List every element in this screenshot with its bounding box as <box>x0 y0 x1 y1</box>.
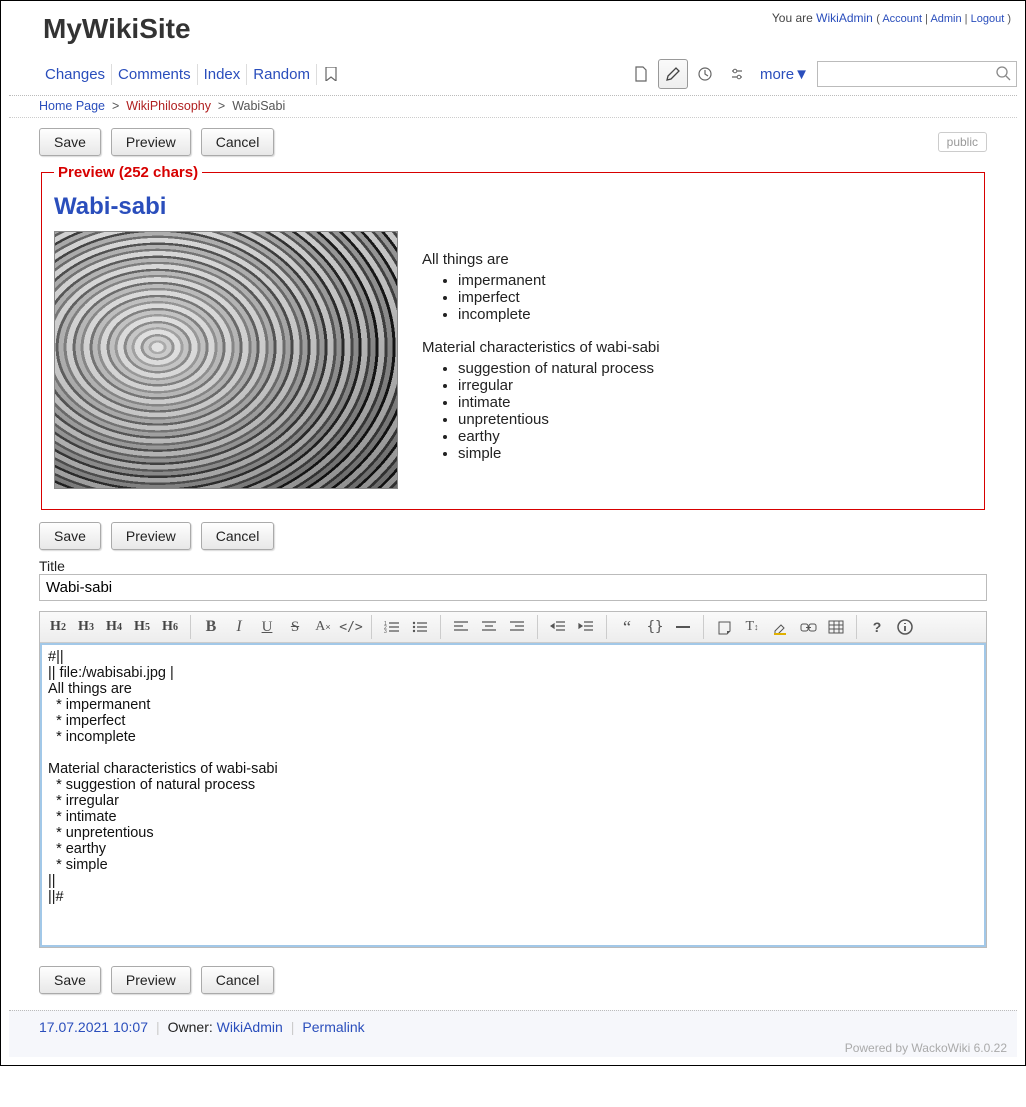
list-item: impermanent <box>458 272 972 289</box>
align-left-button[interactable] <box>447 614 475 640</box>
nav-index[interactable]: Index <box>198 64 248 85</box>
breadcrumb-mid[interactable]: WikiPhilosophy <box>126 99 211 113</box>
settings-icon[interactable] <box>722 59 752 89</box>
editor-textarea[interactable] <box>40 643 986 947</box>
preview-panel: Preview (252 chars) Wabi-sabi All things… <box>41 164 985 510</box>
textsize-button[interactable]: T↕ <box>738 614 766 640</box>
preview-legend: Preview (252 chars) <box>54 164 202 181</box>
preview-line1: All things are <box>422 251 972 268</box>
edit-page-icon[interactable] <box>658 59 688 89</box>
italic-button[interactable]: I <box>225 614 253 640</box>
unordered-list-button[interactable] <box>406 614 434 640</box>
align-right-button[interactable] <box>503 614 531 640</box>
code-button[interactable]: </> <box>337 614 365 640</box>
preview-list1: impermanent imperfect incomplete <box>458 272 972 323</box>
preview-image <box>54 231 398 489</box>
h5-button[interactable]: H5 <box>128 614 156 640</box>
preview-line2: Material characteristics of wabi-sabi <box>422 339 972 356</box>
h6-button[interactable]: H6 <box>156 614 184 640</box>
table-button[interactable] <box>822 614 850 640</box>
hr-button[interactable] <box>669 614 697 640</box>
owner-link[interactable]: WikiAdmin <box>217 1019 283 1035</box>
underline-button[interactable]: U <box>253 614 281 640</box>
title-label: Title <box>39 558 987 574</box>
preview-list2: suggestion of natural process irregular … <box>458 360 972 462</box>
h3-button[interactable]: H3 <box>72 614 100 640</box>
help-button[interactable]: ? <box>863 614 891 640</box>
list-item: incomplete <box>458 306 972 323</box>
list-item: suggestion of natural process <box>458 360 972 377</box>
h2-button[interactable]: H2 <box>44 614 72 640</box>
list-item: irregular <box>458 377 972 394</box>
outdent-button[interactable] <box>544 614 572 640</box>
nav-changes[interactable]: Changes <box>39 64 112 85</box>
more-menu[interactable]: more▼ <box>754 66 815 83</box>
user-prefix: You are <box>772 11 816 25</box>
cancel-button[interactable]: Cancel <box>201 966 275 994</box>
quote-button[interactable]: “ <box>613 614 641 640</box>
align-center-button[interactable] <box>475 614 503 640</box>
user-name-link[interactable]: WikiAdmin <box>816 11 873 25</box>
ordered-list-button[interactable]: 123 <box>378 614 406 640</box>
search-input[interactable] <box>817 61 1017 87</box>
show-page-icon[interactable] <box>626 59 656 89</box>
breadcrumb-home[interactable]: Home Page <box>39 99 105 113</box>
braces-button[interactable]: {} <box>641 614 669 640</box>
info-button[interactable] <box>891 614 919 640</box>
bold-button[interactable]: B <box>197 614 225 640</box>
history-icon[interactable] <box>690 59 720 89</box>
nav-random[interactable]: Random <box>247 64 317 85</box>
preview-button[interactable]: Preview <box>111 966 191 994</box>
breadcrumb-current: WabiSabi <box>232 99 285 113</box>
breadcrumb: Home Page > WikiPhilosophy > WabiSabi <box>9 96 1017 118</box>
public-badge: public <box>938 132 987 152</box>
preview-title: Wabi-sabi <box>54 193 972 221</box>
permalink-link[interactable]: Permalink <box>302 1019 364 1035</box>
indent-button[interactable] <box>572 614 600 640</box>
save-button[interactable]: Save <box>39 966 101 994</box>
note-button[interactable] <box>710 614 738 640</box>
save-button[interactable]: Save <box>39 522 101 550</box>
preview-button[interactable]: Preview <box>111 128 191 156</box>
nav-comments[interactable]: Comments <box>112 64 198 85</box>
add-bookmark-icon[interactable] <box>317 67 345 81</box>
preview-button[interactable]: Preview <box>111 522 191 550</box>
list-item: unpretentious <box>458 411 972 428</box>
list-item: imperfect <box>458 289 972 306</box>
logout-link[interactable]: Logout <box>971 13 1005 25</box>
title-input[interactable] <box>39 574 987 601</box>
account-link[interactable]: Account <box>882 13 922 25</box>
cancel-button[interactable]: Cancel <box>201 522 275 550</box>
highlight-button[interactable] <box>766 614 794 640</box>
list-item: simple <box>458 445 972 462</box>
editor-toolbar: H2 H3 H4 H5 H6 B I U S A× </> 123 <box>40 612 986 643</box>
footer-date[interactable]: 17.07.2021 10:07 <box>39 1019 148 1035</box>
user-bar: You are WikiAdmin ( Account | Admin | Lo… <box>772 11 1011 25</box>
owner-label: Owner: <box>168 1019 217 1035</box>
svg-text:3: 3 <box>384 629 387 634</box>
cancel-button[interactable]: Cancel <box>201 128 275 156</box>
link-button[interactable] <box>794 614 822 640</box>
strike-button[interactable]: S <box>281 614 309 640</box>
save-button[interactable]: Save <box>39 128 101 156</box>
list-item: intimate <box>458 394 972 411</box>
powered-link[interactable]: WackoWiki 6.0.22 <box>911 1041 1007 1055</box>
list-item: earthy <box>458 428 972 445</box>
clear-format-button[interactable]: A× <box>309 614 337 640</box>
h4-button[interactable]: H4 <box>100 614 128 640</box>
search-icon[interactable] <box>995 65 1011 81</box>
powered-prefix: Powered by <box>845 1041 912 1055</box>
admin-link[interactable]: Admin <box>930 13 961 25</box>
